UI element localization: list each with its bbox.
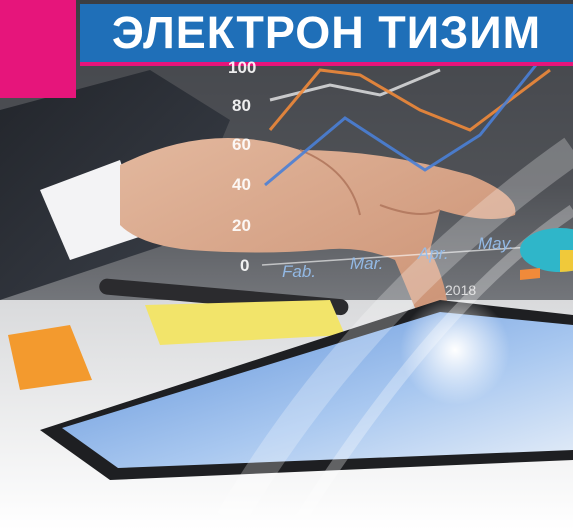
title-banner: ЭЛЕКТРОН ТИЗИМ xyxy=(80,4,573,62)
y-tick: 0 xyxy=(240,256,250,275)
x-month: Mar. xyxy=(350,254,384,273)
accent-block xyxy=(0,0,76,98)
y-tick: 20 xyxy=(232,216,251,235)
x-year: 2018 xyxy=(445,282,477,298)
accent-stripe xyxy=(80,62,573,66)
x-month: May. xyxy=(478,234,514,253)
y-tick: 40 xyxy=(232,175,251,194)
hero-image: ЭЛЕКТРОН ТИЗИМ 100 80 60 40 20 0 Fab. Ma… xyxy=(0,0,573,530)
banner-title: ЭЛЕКТРОН ТИЗИМ xyxy=(111,7,542,58)
y-tick: 100 xyxy=(228,58,257,77)
x-month: Fab. xyxy=(282,262,317,281)
y-tick: 60 xyxy=(232,135,251,154)
x-month: Apr. xyxy=(418,244,449,263)
y-tick: 80 xyxy=(232,96,251,115)
